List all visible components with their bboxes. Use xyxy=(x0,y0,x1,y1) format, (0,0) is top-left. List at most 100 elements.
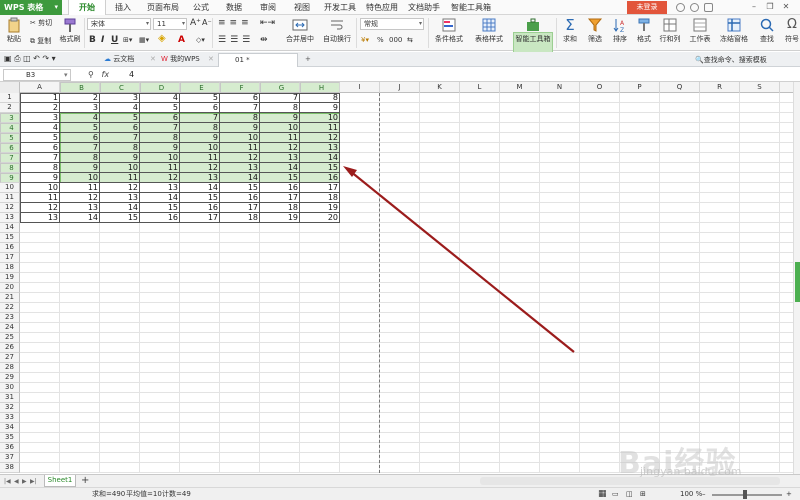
cell-value[interactable]: 10 xyxy=(140,153,180,163)
skin-icon[interactable] xyxy=(676,3,685,12)
tab-cloud-docs[interactable]: ☁ 云文档 xyxy=(104,53,134,67)
cell-value[interactable]: 12 xyxy=(300,133,340,143)
cell-value[interactable]: 6 xyxy=(220,93,260,103)
cell-value[interactable]: 10 xyxy=(220,133,260,143)
sum-button[interactable]: Σ 求和 xyxy=(558,17,582,44)
row-header[interactable]: 2 xyxy=(0,103,20,113)
cell-value[interactable]: 5 xyxy=(180,93,220,103)
prev-sheet-icon[interactable]: ◀ xyxy=(14,476,19,487)
first-sheet-icon[interactable]: |◀ xyxy=(4,476,11,487)
cell-value[interactable]: 8 xyxy=(180,123,220,133)
font-size-select[interactable]: 11 ▾ xyxy=(153,18,187,30)
cell-value[interactable]: 14 xyxy=(260,163,300,173)
cell-value[interactable]: 7 xyxy=(220,103,260,113)
thousands-button[interactable]: 000 xyxy=(389,35,402,45)
cell-value[interactable]: 16 xyxy=(300,173,340,183)
row-header[interactable]: 22 xyxy=(0,303,20,313)
align-left-icons[interactable]: ☰☰☰ xyxy=(218,35,254,45)
cell-value[interactable]: 14 xyxy=(60,213,100,223)
cell-value[interactable]: 7 xyxy=(180,113,220,123)
border-icon[interactable]: ▦▾ xyxy=(139,35,149,45)
zoom-in-icon[interactable]: + xyxy=(786,488,792,500)
cell-value[interactable]: 5 xyxy=(140,103,180,113)
cell-value[interactable]: 17 xyxy=(180,213,220,223)
cell-value[interactable]: 8 xyxy=(140,133,180,143)
menu-tab[interactable]: 开发工具 xyxy=(320,0,360,15)
close-icon[interactable]: ✕ xyxy=(208,53,214,67)
copy-button[interactable]: ⧉ 复制 xyxy=(30,36,51,46)
cell-value[interactable]: 5 xyxy=(60,123,100,133)
cell-value[interactable]: 14 xyxy=(180,183,220,193)
redo-icon[interactable]: ↷ xyxy=(42,54,49,63)
cell-value[interactable]: 6 xyxy=(60,133,100,143)
cell-value[interactable]: 3 xyxy=(60,103,100,113)
column-header[interactable]: N xyxy=(540,82,580,93)
reading-mode-icon[interactable]: ⊞ xyxy=(640,488,646,500)
formula-input[interactable]: 4 xyxy=(129,68,134,82)
tab-file-01[interactable]: 01 * xyxy=(218,53,298,67)
row-header[interactable]: 14 xyxy=(0,223,20,233)
cell-value[interactable]: 16 xyxy=(220,193,260,203)
cell-value[interactable]: 15 xyxy=(140,203,180,213)
cell-value[interactable]: 7 xyxy=(60,143,100,153)
row-header[interactable]: 38 xyxy=(0,463,20,473)
new-tab-icon[interactable]: + xyxy=(305,53,311,67)
minimize-icon[interactable]: – xyxy=(748,1,760,13)
cell-value[interactable]: 2 xyxy=(60,93,100,103)
column-header[interactable]: M xyxy=(500,82,540,93)
cell-value[interactable]: 18 xyxy=(260,203,300,213)
zoom-slider-handle[interactable] xyxy=(743,490,747,499)
print-icon[interactable]: ⎙ xyxy=(14,54,20,63)
cell-value[interactable]: 12 xyxy=(180,163,220,173)
cell-value[interactable]: 13 xyxy=(180,173,220,183)
save-icon[interactable]: ▣ xyxy=(4,54,12,63)
cell-value[interactable]: 6 xyxy=(140,113,180,123)
cell-value[interactable]: 3 xyxy=(20,113,60,123)
cell-value[interactable]: 8 xyxy=(100,143,140,153)
format-painter-button[interactable]: 格式刷 xyxy=(58,17,82,44)
cell-value[interactable]: 12 xyxy=(60,193,100,203)
chevron-down-icon[interactable]: ▾ xyxy=(64,70,68,80)
table-style-button[interactable]: 表格样式 xyxy=(470,17,508,44)
column-header[interactable]: L xyxy=(460,82,500,93)
percent-button[interactable]: % xyxy=(377,35,384,45)
menu-tab[interactable]: 智能工具箱 xyxy=(446,0,496,15)
column-header[interactable]: R xyxy=(700,82,740,93)
row-header[interactable]: 25 xyxy=(0,333,20,343)
tab-my-wps[interactable]: W 我的WPS xyxy=(161,53,200,67)
row-header[interactable]: 33 xyxy=(0,413,20,423)
cell-value[interactable]: 6 xyxy=(180,103,220,113)
column-header[interactable]: C xyxy=(100,82,140,93)
menu-tab[interactable]: 公式 xyxy=(186,0,216,15)
cell-value[interactable]: 8 xyxy=(60,153,100,163)
row-header[interactable]: 24 xyxy=(0,323,20,333)
currency-icon[interactable]: ¥▾ xyxy=(361,35,369,45)
merge-center-button[interactable]: 合并居中 xyxy=(283,17,317,44)
cell-value[interactable]: 7 xyxy=(140,123,180,133)
worksheet-button[interactable]: 工作表 xyxy=(686,17,714,44)
column-header[interactable]: J xyxy=(380,82,420,93)
menu-tab[interactable]: 特色应用 xyxy=(362,0,402,15)
chevron-down-icon[interactable]: ▾ xyxy=(52,54,56,63)
cell-value[interactable]: 13 xyxy=(20,213,60,223)
row-header[interactable]: 1 xyxy=(0,93,20,103)
zoom-level[interactable]: 100 % xyxy=(680,488,702,500)
row-header[interactable]: 34 xyxy=(0,423,20,433)
cell-value[interactable]: 11 xyxy=(140,163,180,173)
column-header[interactable]: I xyxy=(340,82,380,93)
cell-value[interactable]: 9 xyxy=(300,103,340,113)
indent-icon[interactable]: ⇤⇥ xyxy=(260,18,275,28)
row-header[interactable]: 32 xyxy=(0,403,20,413)
row-header[interactable]: 21 xyxy=(0,293,20,303)
page-layout-icon[interactable]: ▭ xyxy=(612,488,619,500)
decrease-font-button[interactable]: A⁻ xyxy=(202,18,212,28)
preview-icon[interactable]: ◫ xyxy=(23,54,31,63)
help-icon[interactable] xyxy=(690,3,699,12)
cell-value[interactable]: 8 xyxy=(220,113,260,123)
column-header[interactable]: A xyxy=(20,82,60,93)
number-format-select[interactable]: 常规 ▾ xyxy=(360,18,424,30)
cell-value[interactable]: 10 xyxy=(100,163,140,173)
filter-button[interactable]: 筛选 xyxy=(583,17,607,44)
bold-button[interactable]: B xyxy=(89,35,96,46)
cell-value[interactable]: 2 xyxy=(20,103,60,113)
